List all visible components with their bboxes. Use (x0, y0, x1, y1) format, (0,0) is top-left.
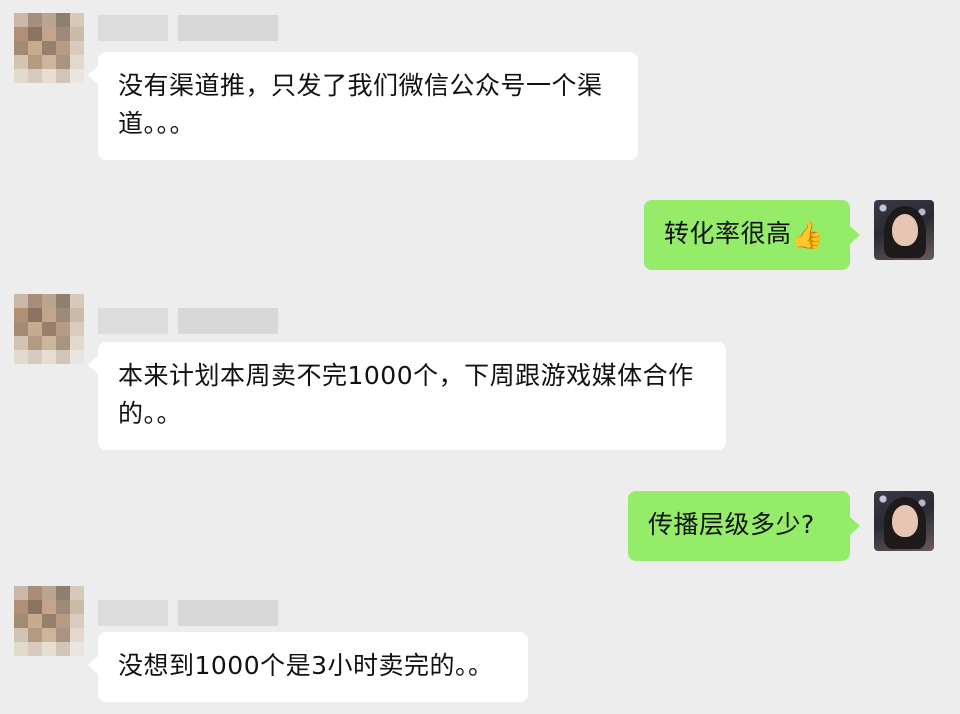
avatar-blurred[interactable] (14, 13, 84, 83)
thumbs-up-icon: 👍 (791, 221, 825, 251)
message-text: 没有渠道推，只发了我们微信公众号一个渠道。。。 (118, 71, 603, 138)
message-bubble[interactable]: 转化率很高👍 (644, 200, 850, 270)
message-bubble[interactable]: 传播层级多少? (628, 491, 850, 561)
message-text: 传播层级多少? (648, 510, 815, 539)
my-avatar[interactable] (874, 491, 934, 551)
message-bubble[interactable]: 没有渠道推，只发了我们微信公众号一个渠道。。。 (98, 52, 638, 160)
sender-name-blurred (98, 308, 278, 334)
bubble-tail (850, 517, 860, 535)
bubble-tail (850, 226, 860, 244)
message-text: 转化率很高 (664, 219, 792, 248)
message-bubble[interactable]: 本来计划本周卖不完1000个，下周跟游戏媒体合作的。。 (98, 342, 726, 450)
message-bubble[interactable]: 没想到1000个是3小时卖完的。。 (98, 632, 528, 702)
bubble-tail (88, 656, 98, 674)
bubble-tail (88, 356, 98, 374)
avatar-blurred[interactable] (14, 586, 84, 656)
avatar-blurred[interactable] (14, 294, 84, 364)
message-text: 没想到1000个是3小时卖完的。。 (118, 651, 494, 680)
bubble-tail (88, 66, 98, 84)
message-text: 本来计划本周卖不完1000个，下周跟游戏媒体合作的。。 (118, 361, 694, 428)
sender-name-blurred (98, 600, 278, 626)
my-avatar[interactable] (874, 200, 934, 260)
sender-name-blurred (98, 15, 278, 41)
